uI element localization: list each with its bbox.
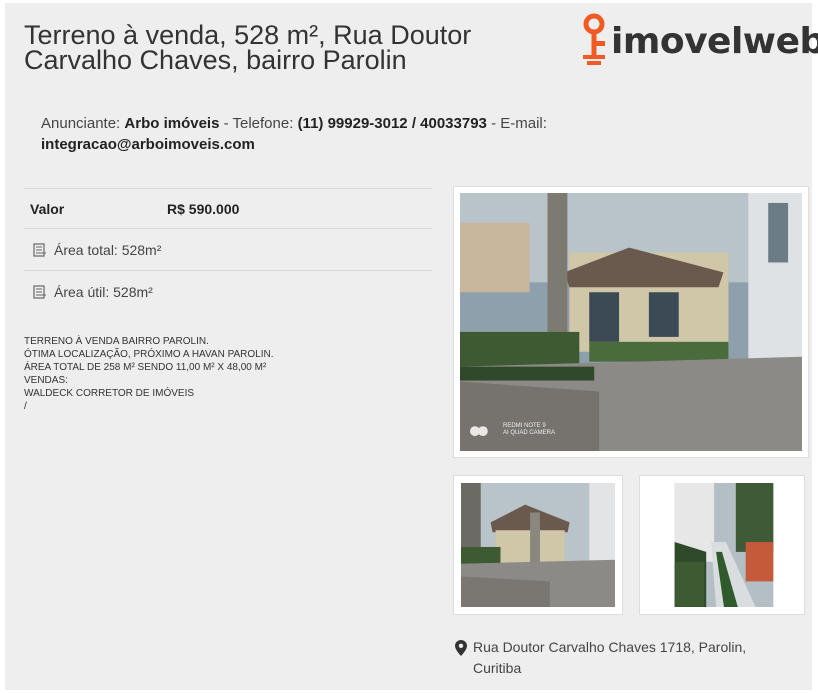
description-line: WALDECK CORRETOR DE IMÓVEIS [24,388,195,399]
watermark-line: REDMI NOTE 9 [503,423,546,429]
thumbnail-photo-2[interactable] [639,475,805,615]
advertiser-name: Arbo imóveis [124,115,220,132]
imovelweb-logo[interactable]: imovelweb [577,11,818,67]
description-line: ÁREA TOTAL DE 258 M² SENDO 11,00 M² X 48… [24,362,267,373]
thumbnail-photo-1[interactable] [453,475,623,615]
description-line: ÓTIMA LOCALIZAÇÃO, PRÓXIMO A HAVAN PAROL… [24,349,274,360]
address-text: Rua Doutor Carvalho Chaves 1718, Parolin… [473,637,746,679]
phone-label: - Telefone: [223,115,294,132]
price-label: Valor [30,200,65,217]
email-label: - E-mail: [491,115,547,132]
main-photo-image [460,193,802,451]
listing-title-line2: Carvalho Chaves, bairro Parolin [24,45,407,75]
address-line1: Rua Doutor Carvalho Chaves 1718, Parolin… [473,639,747,655]
price-value: R$ 590.000 [167,200,240,217]
description-line: TERRENO À VENDA BAIRRO PAROLIN. [24,336,209,347]
photo-watermark: REDMI NOTE 9 AI QUAD CAMERA [503,423,555,437]
listing-sheet: Terreno à venda, 528 m², Rua Doutor Carv… [5,3,818,690]
area-icon [33,284,46,299]
advertiser-email[interactable]: integracao@arboimoveis.com [41,136,255,153]
watermark-line: AI QUAD CAMERA [503,430,556,436]
total-area-row: Área total: 528m² [24,228,432,270]
listing-title: Terreno à venda, 528 m², Rua Doutor Carv… [24,22,554,75]
description-line: / [24,401,27,412]
useful-area: Área útil: 528m² [54,283,153,300]
listing-description: TERRENO À VENDA BAIRRO PAROLIN. ÓTIMA LO… [24,335,424,413]
key-logo-icon [583,13,605,65]
useful-area-row: Área útil: 528m² [24,270,432,312]
main-photo[interactable] [453,186,809,458]
specs-table: Valor R$ 590.000 Área total: 528m² Área … [24,188,432,312]
map-pin-icon [455,640,467,656]
thumbnail-image [461,483,615,607]
advertiser-phone: (11) 99929-3012 / 40033793 [297,115,487,132]
advertiser-info: Anunciante: Arbo imóveis - Telefone: (11… [41,113,681,155]
thumbnail-image [647,483,797,607]
advertiser-label: Anunciante: [41,115,121,132]
total-area: Área total: 528m² [54,241,162,258]
area-icon [33,242,46,257]
property-address: Rua Doutor Carvalho Chaves 1718, Parolin… [455,637,795,679]
description-line: VENDAS: [24,375,68,386]
price-row: Valor R$ 590.000 [24,188,432,228]
address-line2: Curitiba [473,660,522,676]
logo-wordmark: imovelweb [611,21,818,62]
